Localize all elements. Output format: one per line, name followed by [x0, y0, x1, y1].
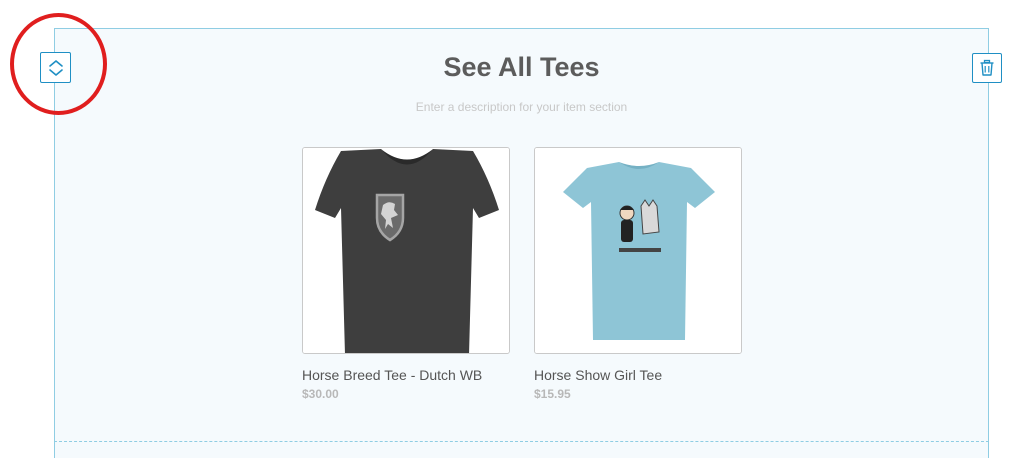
next-section-area	[54, 442, 989, 458]
collapse-section-button[interactable]	[40, 52, 71, 83]
item-section	[54, 28, 989, 458]
item-card-image[interactable]	[534, 147, 742, 354]
item-price: $30.00	[302, 387, 339, 401]
dark-tee-image	[303, 148, 509, 353]
section-divider	[54, 441, 989, 442]
item-name[interactable]: Horse Show Girl Tee	[534, 367, 662, 383]
delete-section-button[interactable]	[972, 53, 1002, 83]
trash-icon	[980, 59, 994, 76]
blue-tee-image	[535, 148, 741, 353]
collapse-toggle-icon	[48, 59, 63, 76]
item-price: $15.95	[534, 387, 571, 401]
item-card-image[interactable]	[302, 147, 510, 354]
section-title[interactable]: See All Tees	[54, 52, 989, 83]
item-name[interactable]: Horse Breed Tee - Dutch WB	[302, 367, 482, 383]
section-description-field[interactable]: Enter a description for your item sectio…	[54, 100, 989, 114]
